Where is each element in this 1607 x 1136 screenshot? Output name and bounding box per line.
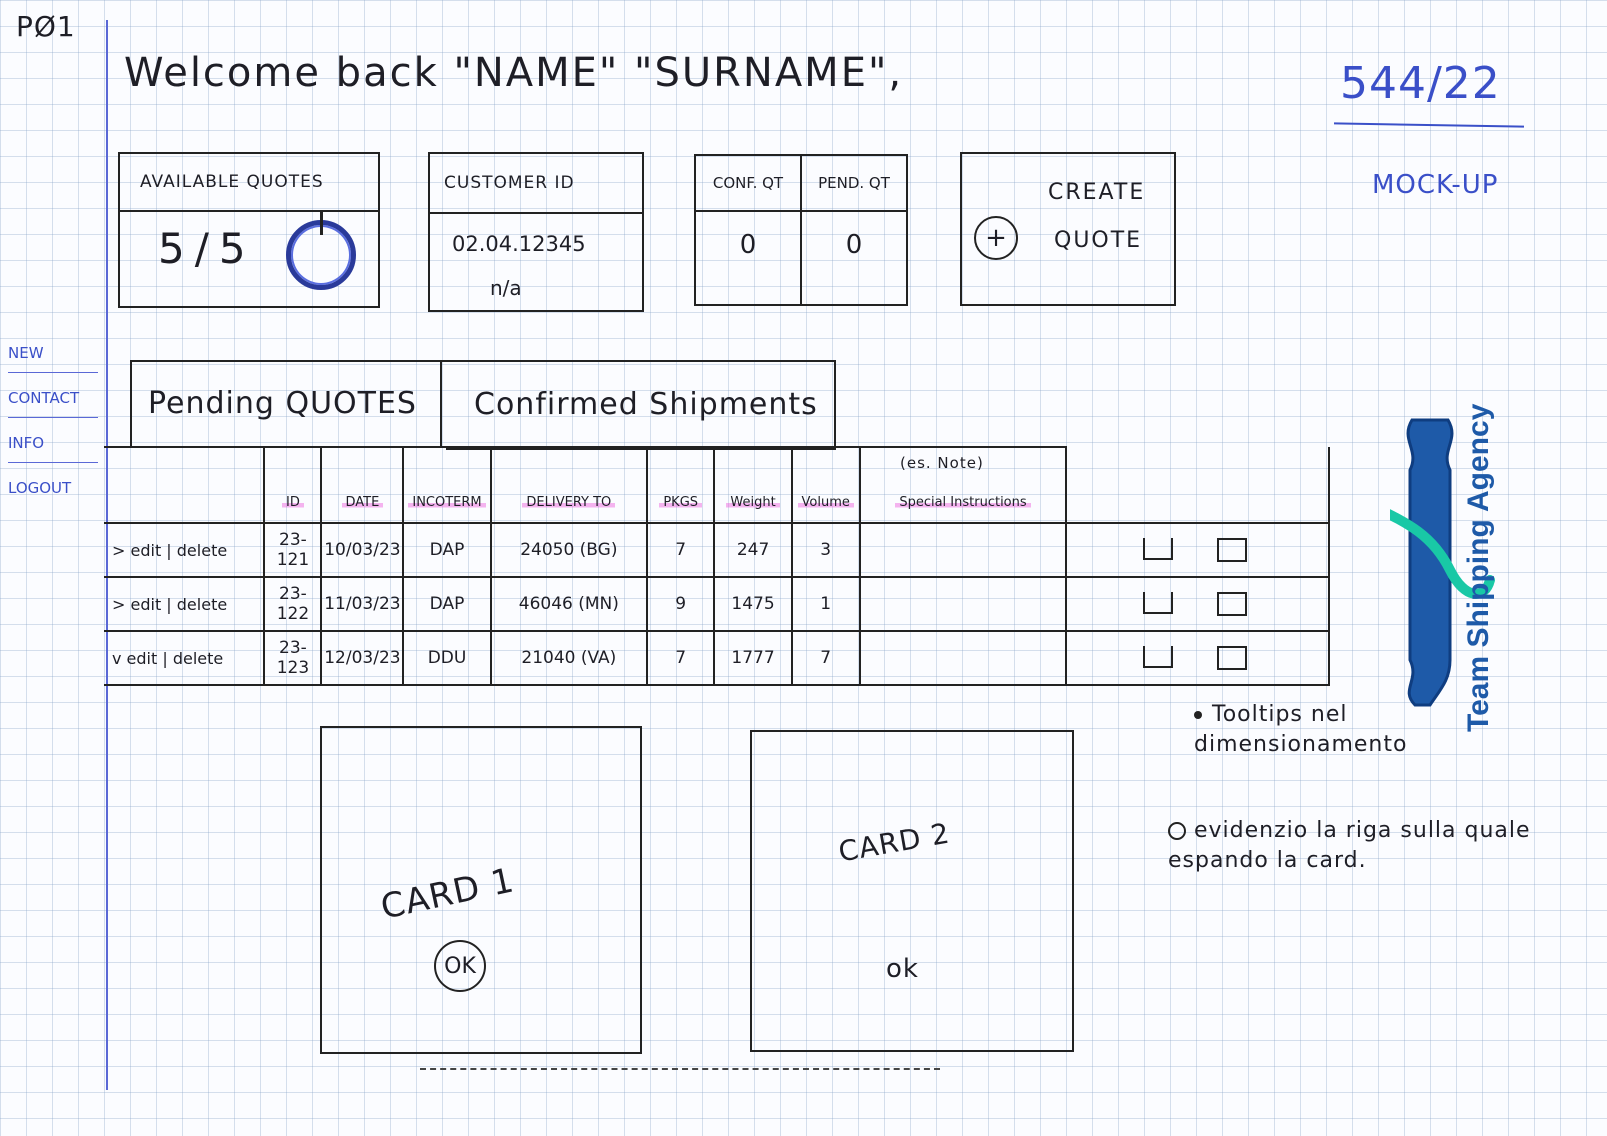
row-volume: 3 xyxy=(790,522,861,578)
col-volume: Volume xyxy=(790,446,861,524)
row-date: 11/03/23 xyxy=(320,576,405,632)
confirmed-quotes-column: CONF. QT 0 xyxy=(696,156,800,304)
row-pkgs: 9 xyxy=(646,576,716,632)
card-1[interactable]: CARD 1 OK xyxy=(320,726,642,1054)
row-icons xyxy=(1065,522,1330,578)
welcome-heading: Welcome back "NAME" "SURNAME", xyxy=(124,50,904,96)
create-quote-label-line2: QUOTE xyxy=(1054,228,1143,253)
expand-icon[interactable] xyxy=(1217,646,1247,670)
tabs-frame xyxy=(130,360,836,448)
table-row[interactable]: > edit | delete 23-121 10/03/23 DAP 2405… xyxy=(104,522,1330,578)
table-header-row: ID DATE INCOTERM DELIVERY TO PKGS Weight… xyxy=(104,446,1330,524)
shipments-table: ID DATE INCOTERM DELIVERY TO PKGS Weight… xyxy=(104,446,1330,686)
card-1-title: CARD 1 xyxy=(377,860,518,928)
confirmed-quotes-value: 0 xyxy=(739,230,757,260)
col-pkgs: PKGS xyxy=(646,446,716,524)
available-quotes-card: AVAILABLE QUOTES 5/5 xyxy=(118,152,380,308)
pending-quotes-column: PEND. QT 0 xyxy=(800,156,906,304)
row-special-instructions xyxy=(858,630,1068,686)
card-2-title: CARD 2 xyxy=(835,816,953,869)
pending-quotes-value: 0 xyxy=(845,230,863,260)
bullet-ring-icon xyxy=(1168,822,1186,840)
bottom-dashed-line xyxy=(420,1068,940,1070)
side-nav-item-info[interactable]: INFO xyxy=(8,430,98,463)
page-id: PØ1 xyxy=(16,10,76,43)
row-date: 10/03/23 xyxy=(320,522,405,578)
card-2-ok-button[interactable]: ok xyxy=(886,954,919,984)
row-id: 23-123 xyxy=(263,630,323,686)
document-number-underline xyxy=(1333,122,1525,128)
create-quote-label-line1: CREATE xyxy=(1048,180,1146,205)
col-incoterm: INCOTERM xyxy=(402,446,492,524)
customer-id-card: CUSTOMER ID 02.04.12345 n/a xyxy=(428,152,644,312)
side-nav-item-contact[interactable]: CONTACT xyxy=(8,385,98,418)
row-delivery-to: 46046 (MN) xyxy=(489,576,649,632)
create-quote-button[interactable]: + CREATE QUOTE xyxy=(960,152,1176,306)
table-row[interactable]: > edit | delete 23-122 11/03/23 DAP 4604… xyxy=(104,576,1330,632)
side-nav-item-logout[interactable]: LOGOUT xyxy=(8,475,98,507)
side-nav-item-new[interactable]: NEW xyxy=(8,340,98,373)
col-row-icons xyxy=(1065,447,1330,524)
pending-quotes-label: PEND. QT xyxy=(802,156,906,212)
col-delivery-to: DELIVERY TO xyxy=(489,446,649,524)
row-pkgs: 7 xyxy=(646,630,716,686)
power-gauge-icon xyxy=(286,211,356,290)
row-incoterm: DAP xyxy=(402,576,492,632)
view-icon[interactable] xyxy=(1217,592,1247,616)
row-weight: 1475 xyxy=(713,576,793,632)
row-volume: 1 xyxy=(790,576,861,632)
row-incoterm: DAP xyxy=(402,522,492,578)
row-special-instructions xyxy=(858,576,1068,632)
customer-id-value: 02.04.12345 xyxy=(452,232,586,256)
card-2[interactable]: CARD 2 ok xyxy=(750,730,1074,1052)
row-date: 12/03/23 xyxy=(320,630,405,686)
row-actions[interactable]: v edit | delete xyxy=(104,630,266,686)
logo-text: Team Shipping Agency xyxy=(1462,403,1495,732)
bullet-dot-icon xyxy=(1194,711,1202,719)
note-item: Tooltips nel dimensionamento xyxy=(1194,702,1408,757)
col-date: DATE xyxy=(320,446,405,524)
available-quotes-value: 5/5 xyxy=(158,224,256,273)
team-shipping-agency-logo: Team Shipping Agency xyxy=(1390,403,1495,732)
table-row[interactable]: v edit | delete 23-123 12/03/23 DDU 2104… xyxy=(104,630,1330,686)
row-delivery-to: 21040 (VA) xyxy=(489,630,649,686)
design-notes: Tooltips nel dimensionamento evidenzio l… xyxy=(1168,700,1568,876)
view-icon[interactable] xyxy=(1217,538,1247,562)
row-id: 23-122 xyxy=(263,576,323,632)
row-actions[interactable]: > edit | delete xyxy=(104,576,266,632)
confirmed-quotes-label: CONF. QT xyxy=(696,156,800,212)
customer-id-title: CUSTOMER ID xyxy=(430,154,642,214)
row-id: 23-121 xyxy=(263,522,323,578)
document-icon[interactable] xyxy=(1143,646,1173,668)
customer-id-sub: n/a xyxy=(490,276,522,300)
row-special-instructions xyxy=(858,522,1068,578)
row-volume: 7 xyxy=(790,630,861,686)
col-id: ID xyxy=(263,446,323,524)
available-quotes-title: AVAILABLE QUOTES xyxy=(120,154,378,212)
document-number: 544/22 xyxy=(1340,58,1501,109)
row-icons xyxy=(1065,576,1330,632)
col-weight: Weight xyxy=(713,446,793,524)
document-icon[interactable] xyxy=(1143,538,1173,560)
row-icons xyxy=(1065,630,1330,686)
row-weight: 247 xyxy=(713,522,793,578)
row-pkgs: 7 xyxy=(646,522,716,578)
row-delivery-to: 24050 (BG) xyxy=(489,522,649,578)
row-incoterm: DDU xyxy=(402,630,492,686)
row-weight: 1777 xyxy=(713,630,793,686)
note-item: evidenzio la riga sulla quale espando la… xyxy=(1168,818,1531,873)
col-special-instructions: Special Instructions xyxy=(858,446,1068,524)
row-actions[interactable]: > edit | delete xyxy=(104,522,266,578)
mockup-label: MOCK-UP xyxy=(1372,170,1499,200)
card-1-ok-button[interactable]: OK xyxy=(434,940,486,992)
col-actions xyxy=(104,446,266,524)
document-icon[interactable] xyxy=(1143,592,1173,614)
plus-circle-icon: + xyxy=(974,216,1018,260)
quote-counts-card: CONF. QT 0 PEND. QT 0 xyxy=(694,154,908,306)
side-nav: NEW CONTACT INFO LOGOUT xyxy=(8,340,98,519)
